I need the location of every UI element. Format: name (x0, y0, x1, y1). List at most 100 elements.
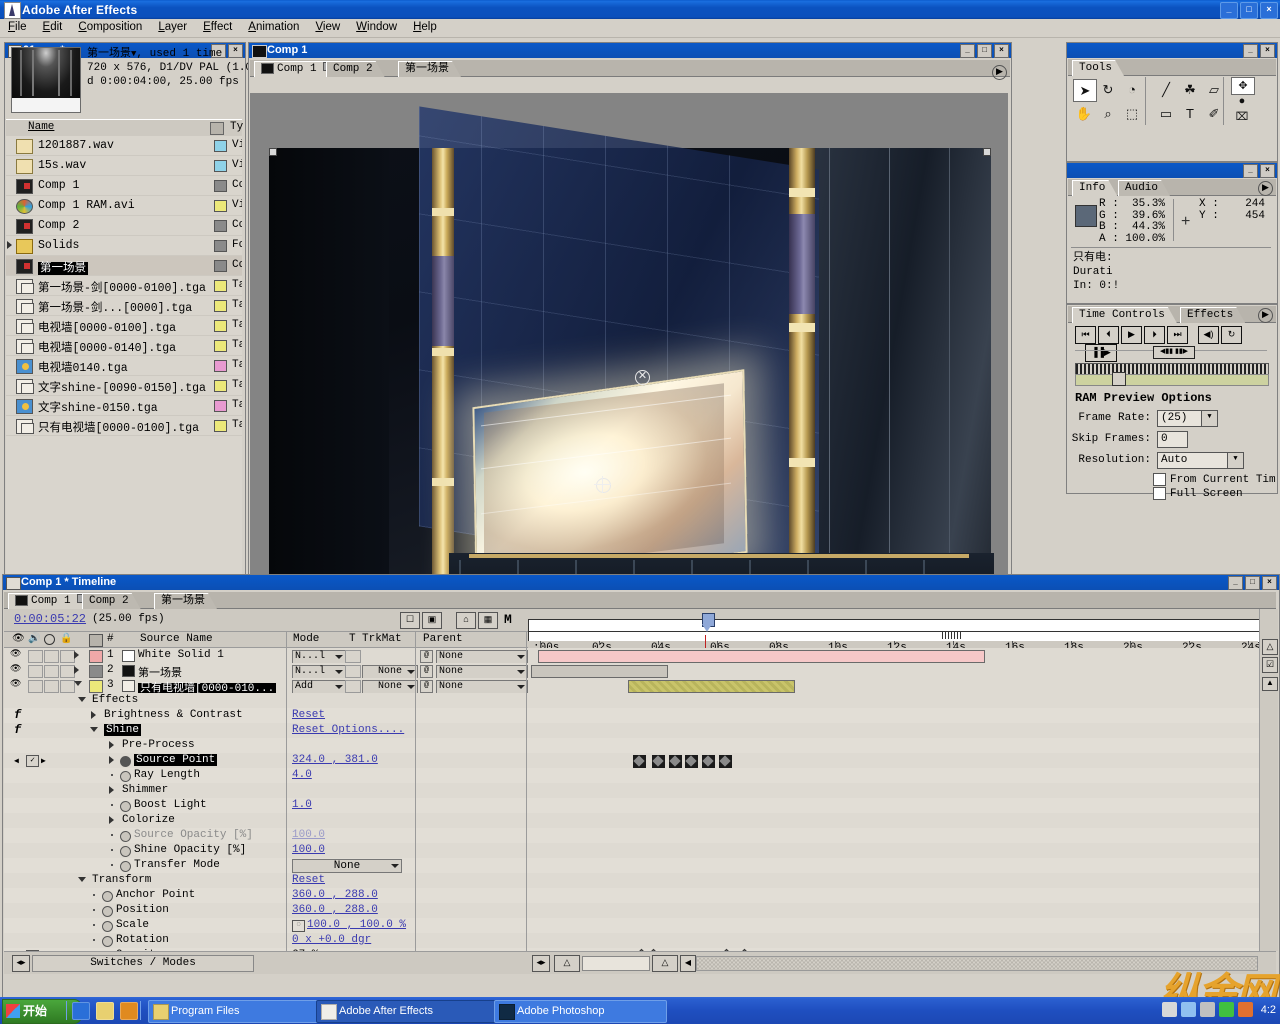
taskbar-button-program-files[interactable]: Program Files (148, 1000, 321, 1023)
layer-eye-icon[interactable]: 👁 (10, 664, 21, 674)
expand-right-icon[interactable]: ◂▸ (532, 955, 550, 972)
property-value[interactable]: 0 x +0.0 dgr (292, 934, 371, 946)
tools-grid[interactable]: ➤ ↻ ◔ ╱ ☘ ▱ ✋ ⌕ ⬚ ▭ T ✐ ✥ ● ⌧ (1073, 77, 1273, 129)
label-color-column-icon[interactable] (210, 122, 224, 135)
shy-toggle-icon[interactable]: ☐ (400, 612, 420, 629)
composition-viewer[interactable]: ✕ (250, 93, 1008, 575)
project-item-list[interactable]: 1201887.wav Vi 15s.wav Vi Comp 1 Co Comp 1 RAM… (6, 136, 242, 574)
layer-solo-toggle[interactable] (44, 650, 59, 663)
label-color-swatch[interactable] (214, 340, 227, 352)
project-column-header[interactable]: Name Ty (6, 119, 243, 137)
timeline-scrollbar[interactable]: △ ☑ ▲ (1259, 609, 1278, 951)
zoom-out-icon[interactable]: △ (554, 955, 580, 972)
label-color-swatch[interactable] (214, 320, 227, 332)
parent-pickwhip-icon[interactable]: @ (420, 665, 433, 678)
layer-disclosure-icon[interactable] (74, 666, 79, 674)
stopwatch-icon[interactable] (102, 921, 113, 932)
project-item[interactable]: 电视墙[0000-0140].tga Ta (6, 336, 242, 356)
info-tab-0[interactable]: Info (1072, 180, 1117, 196)
project-item[interactable]: 1201887.wav Vi (6, 136, 242, 156)
label-color-swatch[interactable] (214, 400, 227, 412)
zoom-in-icon[interactable]: △ (652, 955, 678, 972)
layer-label-swatch[interactable] (89, 650, 103, 663)
prev-keyframe-icon[interactable]: ◀ (14, 756, 19, 766)
curves-icon[interactable]: ⌂ (456, 612, 476, 629)
timeline-property-row[interactable]: Anchor Point 360.0 , 288.0 (4, 888, 1276, 904)
anchor-tool[interactable]: ⌧ (1231, 109, 1253, 125)
disclosure-closed-icon[interactable] (109, 786, 114, 794)
timeline-property-row[interactable]: ◀ ✓ ▶ Source Point 324.0 , 381.0 (4, 753, 1276, 769)
project-item[interactable]: Comp 2 Co (6, 216, 242, 236)
layer-lock-toggle[interactable] (60, 680, 75, 693)
time-tab-strip[interactable]: Time Controls Effects (1068, 306, 1276, 323)
timeline-property-row[interactable]: Scale ◌ 100.0 , 100.0 % (4, 918, 1276, 934)
layer-parent-select[interactable]: None (436, 665, 528, 679)
work-area-thumb[interactable] (1112, 372, 1126, 386)
timeline-property-row[interactable]: f Shine Reset Options.... (4, 723, 1276, 739)
column-name[interactable]: Name (28, 121, 54, 133)
rectangle-tool[interactable]: ▭ (1155, 103, 1177, 124)
project-item[interactable]: 电视墙[0000-0100].tga Ta (6, 316, 242, 336)
layer-parent-select[interactable]: None (436, 680, 528, 694)
layer-lock-toggle[interactable] (60, 650, 75, 663)
layer-disclosure-icon[interactable] (74, 681, 82, 686)
menu-edit[interactable]: Edit (35, 19, 71, 35)
timeline-rows[interactable]: 👁 1 White Solid 1 N...l @ None 👁 2 第一场景 N...l None… (4, 648, 1276, 951)
field-skip-frames[interactable]: 0 (1157, 431, 1188, 448)
solo-icon[interactable] (44, 634, 55, 645)
layer-eye-icon[interactable]: 👁 (10, 679, 21, 689)
media-icon[interactable] (120, 1002, 138, 1020)
layer-label-swatch[interactable] (89, 680, 103, 693)
label-color-swatch[interactable] (214, 180, 227, 192)
label-color-swatch[interactable] (214, 260, 227, 272)
property-value[interactable]: 100.0 (292, 829, 325, 841)
label-color-swatch[interactable] (214, 360, 227, 372)
layer-trkmat-select[interactable]: None (362, 680, 418, 694)
disclosure-closed-icon[interactable] (91, 711, 96, 719)
volume-icon[interactable] (1161, 1002, 1177, 1017)
column-trkmat[interactable]: TrkMat (362, 633, 402, 645)
disclosure-triangle-icon[interactable] (7, 241, 12, 249)
column-mode[interactable]: Mode (293, 633, 319, 645)
layer-lock-toggle[interactable] (60, 665, 75, 678)
marker-nav-icon[interactable]: ☑ (1262, 657, 1278, 673)
layer-audio-toggle[interactable] (28, 680, 43, 693)
project-item[interactable]: 文字shine-0150.tga Ta (6, 396, 242, 416)
label-color-swatch[interactable] (214, 140, 227, 152)
comp-maximize-button[interactable]: □ (977, 44, 992, 58)
stopwatch-icon[interactable] (120, 756, 131, 767)
close-button[interactable]: × (1260, 2, 1278, 19)
menu-layer[interactable]: Layer (150, 19, 195, 35)
motion-blur-label[interactable]: M (504, 612, 512, 627)
disclosure-open-icon[interactable] (90, 727, 98, 732)
switches-modes-button[interactable]: Switches / Modes (32, 955, 254, 972)
menu-bar[interactable]: File Edit Composition Layer Effect Animation V… (0, 19, 1280, 38)
project-item[interactable]: 第一场景 Co (6, 256, 242, 276)
time-marker-head[interactable] (700, 613, 715, 635)
timeline-minimize-button[interactable]: _ (1228, 576, 1243, 590)
eraser-tool[interactable]: ▱ (1203, 79, 1225, 100)
anchor-point-icon[interactable] (594, 476, 611, 493)
project-item[interactable]: 只有电视墙[0000-0100].tga Ta (6, 416, 242, 436)
comp-minimize-button[interactable]: _ (960, 44, 975, 58)
layer-preserve-transparency[interactable] (345, 665, 361, 678)
tools-close-button[interactable]: × (1260, 44, 1275, 58)
ie-icon[interactable] (72, 1002, 90, 1020)
lock-icon[interactable]: 🔒 (60, 633, 72, 644)
comp-tab-2[interactable]: 第一场景 (398, 61, 461, 77)
project-item[interactable]: 15s.wav Vi (6, 156, 242, 176)
h-scrollbar[interactable] (696, 956, 1258, 971)
layer-disclosure-icon[interactable] (74, 651, 79, 659)
timeline-property-row[interactable]: Boost Light 1.0 (4, 798, 1276, 814)
layer-mode-select[interactable]: N...l (292, 665, 346, 679)
project-item[interactable]: Comp 1 RAM.avi Vi (6, 196, 242, 216)
work-area-bar[interactable] (1075, 372, 1269, 386)
timeline-property-row[interactable]: Colorize (4, 813, 1276, 829)
tools-minimize-button[interactable]: _ (1243, 44, 1258, 58)
checkbox-icon[interactable] (1153, 473, 1166, 486)
start-button[interactable]: 开始 (2, 999, 82, 1024)
project-item[interactable]: 第一场景-剑[0000-0100].tga Ta (6, 276, 242, 296)
info-tab-strip[interactable]: Info Audio (1068, 179, 1276, 196)
property-value[interactable]: 4.0 (292, 769, 312, 781)
property-value[interactable]: Reset (292, 874, 325, 886)
